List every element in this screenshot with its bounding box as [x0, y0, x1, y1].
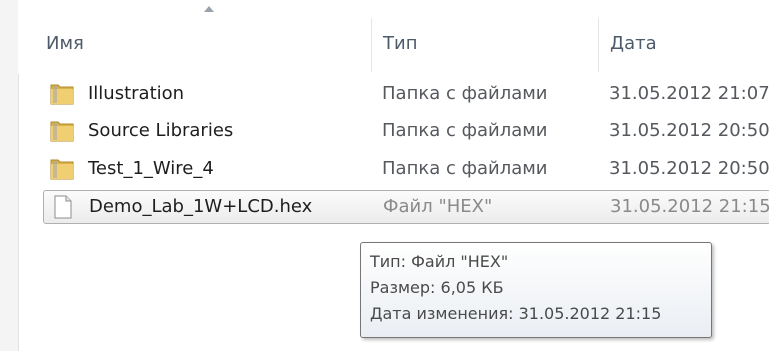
- folder-icon: [49, 157, 75, 181]
- file-date: 31.05.2012 20:50: [609, 158, 769, 179]
- navigation-pane-edge: [0, 0, 19, 351]
- column-header-name-label: Имя: [46, 33, 84, 54]
- file-icon: [50, 195, 76, 219]
- file-info-tooltip: Тип: Файл "HEX" Размер: 6,05 КБ Дата изм…: [360, 242, 712, 338]
- file-type: Папка с файлами: [382, 83, 548, 104]
- file-type: Файл "HEX": [383, 196, 493, 217]
- file-date: 31.05.2012 20:50: [609, 120, 769, 141]
- file-name: Demo_Lab_1W+LCD.hex: [89, 196, 313, 217]
- tooltip-size-line: Размер: 6,05 КБ: [370, 278, 504, 297]
- column-header-date[interactable]: Дата: [610, 0, 769, 74]
- tooltip-type-line: Тип: Файл "HEX": [370, 252, 509, 271]
- column-header-name[interactable]: Имя: [46, 0, 376, 74]
- file-type: Папка с файлами: [382, 158, 548, 179]
- file-date: 31.05.2012 21:15: [610, 196, 769, 217]
- file-row-source-libraries[interactable]: Source Libraries Папка с файлами 31.05.2…: [43, 115, 769, 147]
- tooltip-modified-line: Дата изменения: 31.05.2012 21:15: [370, 304, 662, 323]
- column-header-type[interactable]: Тип: [383, 0, 603, 74]
- file-row-test-1-wire-4[interactable]: Test_1_Wire_4 Папка с файлами 31.05.2012…: [43, 153, 769, 185]
- column-divider[interactable]: [371, 18, 372, 72]
- file-name: Illustration: [88, 83, 185, 104]
- folder-icon: [49, 82, 75, 106]
- file-row-illustration[interactable]: Illustration Папка с файлами 31.05.2012 …: [43, 78, 769, 110]
- file-name: Test_1_Wire_4: [88, 158, 214, 179]
- column-header-type-label: Тип: [383, 33, 418, 54]
- folder-icon: [49, 119, 75, 143]
- column-header-bar: Имя Тип Дата: [18, 0, 769, 74]
- file-type: Папка с файлами: [382, 120, 548, 141]
- file-date: 31.05.2012 21:07: [609, 83, 769, 104]
- column-divider[interactable]: [598, 18, 599, 72]
- file-row-demo-lab-hex[interactable]: Demo_Lab_1W+LCD.hex Файл "HEX" 31.05.201…: [43, 190, 769, 224]
- column-header-date-label: Дата: [610, 33, 657, 54]
- file-name: Source Libraries: [88, 120, 234, 141]
